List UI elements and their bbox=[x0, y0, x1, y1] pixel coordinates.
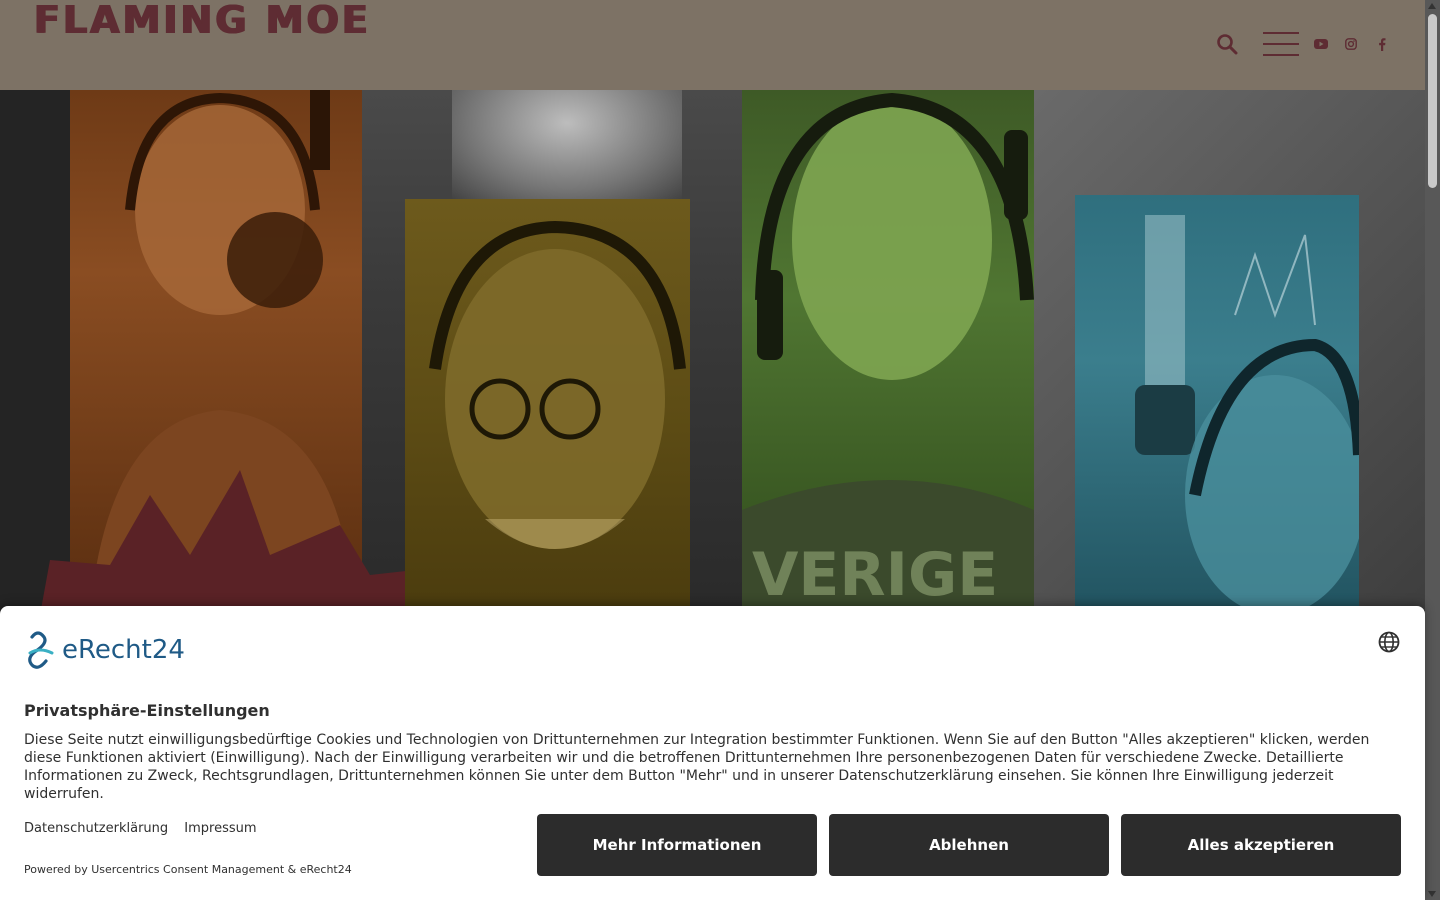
decline-button[interactable]: Ablehnen bbox=[829, 814, 1109, 876]
privacy-policy-link[interactable]: Datenschutzerklärung bbox=[24, 821, 168, 836]
scrollbar-thumb[interactable] bbox=[1428, 14, 1437, 188]
youtube-icon[interactable] bbox=[1313, 26, 1329, 62]
portrait-teal bbox=[1075, 195, 1359, 610]
powered-by-text: Powered by Usercentrics Consent Manageme… bbox=[24, 863, 352, 876]
imprint-link[interactable]: Impressum bbox=[184, 821, 256, 836]
erecht24-logo-text: eRecht24 bbox=[62, 635, 185, 665]
facebook-icon[interactable] bbox=[1374, 26, 1390, 62]
language-globe-icon[interactable] bbox=[1378, 631, 1400, 653]
hamburger-menu-icon[interactable] bbox=[1263, 32, 1299, 56]
svg-text:VERIGE: VERIGE bbox=[752, 540, 998, 610]
more-information-button[interactable]: Mehr Informationen bbox=[537, 814, 817, 876]
portrait-yellow bbox=[405, 199, 690, 610]
page-scrollbar[interactable] bbox=[1425, 0, 1440, 900]
search-icon[interactable] bbox=[1214, 26, 1240, 62]
site-header: FLAMING MOE bbox=[0, 0, 1425, 90]
consent-links: Datenschutzerklärung Impressum bbox=[24, 821, 269, 836]
hero-image: VERIGE bbox=[0, 90, 1425, 610]
consent-description: Diese Seite nutzt einwilligungsbedürftig… bbox=[24, 732, 1370, 802]
portrait-green: VERIGE bbox=[742, 90, 1034, 610]
consent-title: Privatsphäre-Einstellungen bbox=[24, 701, 270, 720]
instagram-icon[interactable] bbox=[1343, 26, 1359, 62]
scroll-down-icon[interactable] bbox=[1428, 891, 1436, 897]
scroll-up-icon[interactable] bbox=[1428, 3, 1436, 9]
accept-all-button[interactable]: Alles akzeptieren bbox=[1121, 814, 1401, 876]
site-logo[interactable]: FLAMING MOE bbox=[34, 0, 371, 41]
erecht24-logo: eRecht24 bbox=[24, 630, 185, 670]
cookie-consent-banner: eRecht24 Privatsphäre-Einstellungen Dies… bbox=[0, 606, 1425, 900]
erecht24-logo-icon bbox=[28, 631, 54, 669]
